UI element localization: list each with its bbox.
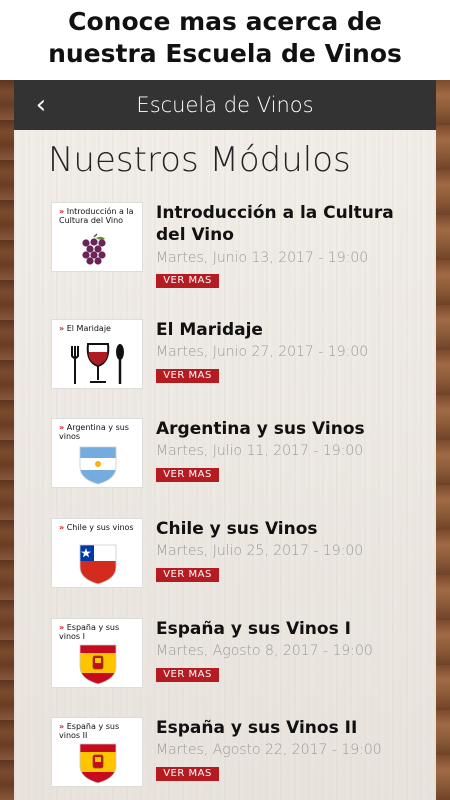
promo-line-2: nuestra Escuela de Vinos	[48, 39, 402, 68]
wine-glass-cutlery-icon	[71, 343, 124, 384]
caption-marker: »	[59, 722, 65, 731]
caption-marker: »	[59, 324, 65, 333]
module-thumbnail: » Argentina y sus vinos	[51, 418, 143, 488]
grapes-icon	[82, 233, 106, 265]
wood-border-left	[0, 80, 14, 800]
thumbnail-caption: » El Maridaje	[59, 324, 137, 333]
caption-text: España y sus vinos I	[59, 623, 120, 641]
thumbnail-caption: » Introducción a la Cultura del Vino	[59, 207, 137, 225]
module-item[interactable]: » Introducción a la Cultura del Vino Int…	[14, 202, 436, 297]
module-title: Argentina y sus Vinos	[156, 419, 365, 439]
module-thumbnail: » Chile y sus vinos	[51, 518, 143, 588]
ver-mas-button[interactable]: VER MAS	[156, 274, 219, 288]
caption-marker: »	[59, 523, 65, 532]
app-bar-title: Escuela de Vinos	[136, 93, 314, 117]
module-item[interactable]: » España y sus vinos I España y sus Vino…	[14, 618, 436, 713]
caption-text: España y sus vinos II	[59, 722, 120, 740]
app-bar: ‹ Escuela de Vinos	[14, 80, 436, 130]
module-item[interactable]: » España y sus vinos II España y sus Vin…	[14, 717, 436, 800]
ver-mas-button[interactable]: VER MAS	[156, 369, 219, 383]
module-item[interactable]: » Argentina y sus vinos Argentina y sus …	[14, 418, 436, 513]
thumbnail-caption: » España y sus vinos II	[59, 722, 137, 740]
argentina-flag-shield-icon	[79, 446, 117, 485]
back-arrow-icon: ‹	[35, 90, 47, 120]
module-item[interactable]: » El Maridaje El Maridaje Martes, Junio …	[14, 319, 436, 414]
module-thumbnail: » España y sus vinos I	[51, 618, 143, 688]
ver-mas-button[interactable]: VER MAS	[156, 468, 219, 482]
module-title: Chile y sus Vinos	[156, 519, 318, 539]
caption-text: El Maridaje	[66, 324, 111, 333]
module-title: España y sus Vinos I	[156, 619, 351, 639]
module-thumbnail: » El Maridaje	[51, 319, 143, 389]
wood-border-right	[436, 80, 450, 800]
thumbnail-caption: » Argentina y sus vinos	[59, 423, 137, 441]
chile-flag-shield-icon	[79, 544, 117, 585]
module-date: Martes, Junio 13, 2017 - 19:00	[156, 250, 369, 266]
promo-header: Conoce mas acerca de nuestra Escuela de …	[0, 0, 450, 80]
thumbnail-caption: » Chile y sus vinos	[59, 523, 137, 532]
module-date: Martes, Junio 27, 2017 - 19:00	[156, 344, 369, 360]
caption-text: Introducción a la Cultura del Vino	[59, 207, 134, 225]
caption-marker: »	[59, 623, 65, 632]
module-title: España y sus Vinos II	[156, 718, 358, 738]
caption-marker: »	[59, 423, 65, 432]
module-item[interactable]: » Chile y sus vinos Chile y sus Vinos Ma…	[14, 518, 436, 613]
promo-line-1: Conoce mas acerca de	[68, 7, 382, 36]
module-date: Martes, Julio 11, 2017 - 19:00	[156, 443, 364, 459]
caption-text: Argentina y sus vinos	[59, 423, 129, 441]
ver-mas-button[interactable]: VER MAS	[156, 568, 219, 582]
module-thumbnail: » Introducción a la Cultura del Vino	[51, 202, 143, 272]
page-title: Nuestros Módulos	[48, 140, 351, 180]
spain-flag-shield-icon	[79, 743, 117, 784]
app-screen: ‹ Escuela de Vinos Nuestros Módulos » In…	[14, 80, 436, 800]
module-date: Martes, Agosto 8, 2017 - 19:00	[156, 643, 373, 659]
back-button[interactable]: ‹	[28, 90, 54, 120]
thumbnail-caption: » España y sus vinos I	[59, 623, 137, 641]
caption-text: Chile y sus vinos	[66, 523, 134, 532]
module-title: Introducción a la Cultura del Vino	[156, 203, 394, 245]
ver-mas-button[interactable]: VER MAS	[156, 767, 219, 781]
caption-marker: »	[59, 207, 65, 216]
module-thumbnail: » España y sus vinos II	[51, 717, 143, 787]
spain-flag-shield-icon	[79, 644, 117, 685]
module-title: El Maridaje	[156, 320, 263, 340]
module-date: Martes, Julio 25, 2017 - 19:00	[156, 543, 364, 559]
module-date: Martes, Agosto 22, 2017 - 19:00	[156, 742, 382, 758]
ver-mas-button[interactable]: VER MAS	[156, 668, 219, 682]
